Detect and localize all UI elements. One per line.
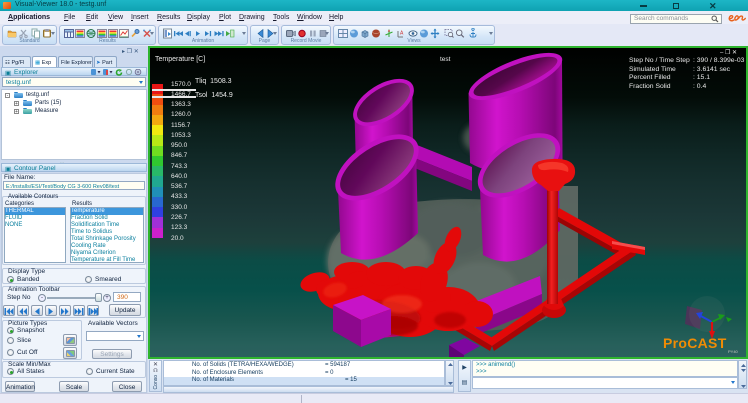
svg-text:A: A (400, 30, 404, 36)
